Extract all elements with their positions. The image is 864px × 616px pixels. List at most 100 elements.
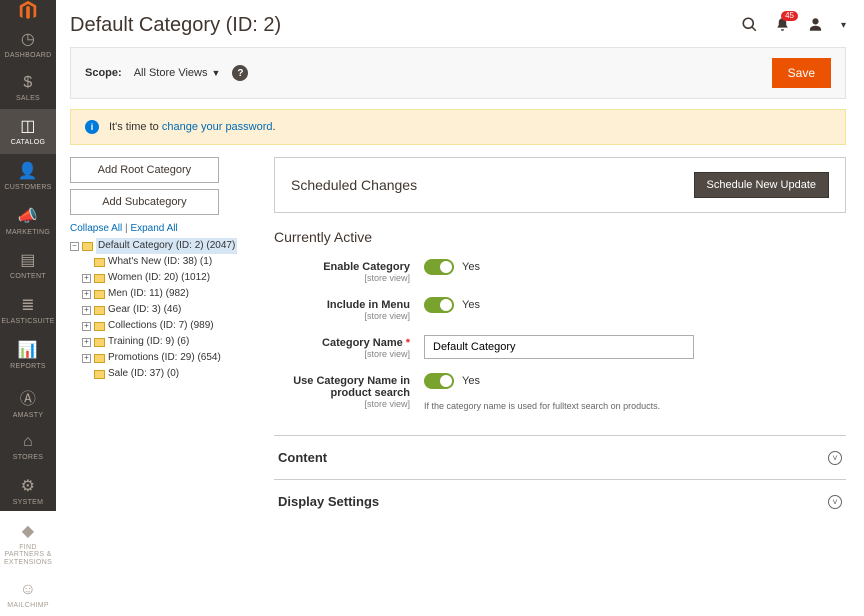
folder-icon [94,322,105,331]
enable-category-row: Enable Category [store view] Yes [274,259,846,283]
nav-dashboard[interactable]: ◷DASHBOARD [0,22,56,67]
category-form-column: Scheduled Changes Schedule New Update Cu… [274,157,846,511]
user-icon: 👤 [18,161,38,181]
scope-label: Scope: [85,67,122,79]
enable-category-label: Enable Category [274,261,410,273]
tree-node[interactable]: +Men (ID: 11) (982) [82,286,256,302]
tree-toggle-icon[interactable]: + [82,290,91,299]
page-header: Default Category (ID: 2) 45 ▾ [70,8,846,37]
nav-mailchimp[interactable]: ☺MAILCHIMP [0,574,56,616]
nav-reports[interactable]: 📊REPORTS [0,333,56,378]
nav-content[interactable]: ▤CONTENT [0,243,56,288]
scope-bar: Scope: All Store Views ▼ ? Save [70,47,846,99]
nav-marketing[interactable]: 📣MARKETING [0,199,56,244]
save-button[interactable]: Save [772,58,831,88]
use-name-in-search-toggle[interactable] [424,373,454,389]
dashboard-icon: ◷ [21,29,35,49]
mailchimp-icon: ☺ [20,581,37,599]
tree-node-root[interactable]: − Default Category (ID: 2) (2047) [70,238,256,254]
content-section[interactable]: Content ˅ [274,435,846,479]
main-content: Default Category (ID: 2) 45 ▾ Scope: All… [56,0,864,511]
change-password-link[interactable]: change your password [162,121,273,133]
scope-selector[interactable]: All Store Views ▼ [134,67,221,79]
content-icon: ▤ [20,250,35,270]
expand-all-link[interactable]: Expand All [130,223,177,234]
amasty-icon: Ⓐ [20,385,36,409]
tree-toggle-icon[interactable]: + [82,306,91,315]
nav-amasty[interactable]: ⒶAMASTY [0,378,56,427]
nav-system[interactable]: ⚙SYSTEM [0,469,56,514]
search-button[interactable] [742,17,757,35]
partners-icon: ◆ [22,521,35,541]
scheduled-changes-panel: Scheduled Changes Schedule New Update [274,157,846,213]
use-name-in-search-label: Use Category Name in product search [274,375,410,399]
use-name-in-search-row: Use Category Name in product search [sto… [274,373,846,411]
include-in-menu-toggle[interactable] [424,297,454,313]
admin-sidebar: ◷DASHBOARD $SALES ◫CATALOG 👤CUSTOMERS 📣M… [0,0,56,511]
tree-node[interactable]: What's New (ID: 38) (1) [82,254,256,270]
scheduled-changes-title: Scheduled Changes [291,177,417,193]
nav-customers[interactable]: 👤CUSTOMERS [0,154,56,199]
collapse-all-link[interactable]: Collapse All [70,223,122,234]
help-icon[interactable]: ? [232,65,248,81]
dollar-icon: $ [23,74,32,92]
enable-category-toggle[interactable] [424,259,454,275]
tree-toggle-icon[interactable]: + [82,338,91,347]
report-icon: 📊 [18,340,38,360]
category-tree-column: Add Root Category Add Subcategory Collap… [70,157,256,382]
folder-icon [94,306,105,315]
header-actions: 45 ▾ [742,17,846,35]
tree-node[interactable]: +Collections (ID: 7) (989) [82,318,256,334]
catalog-icon: ◫ [20,116,35,136]
page-title: Default Category (ID: 2) [70,14,281,37]
magento-icon [17,0,39,22]
notice-text: It's time to change your password. [109,121,276,133]
folder-icon [82,242,93,251]
tree-toggle-icon[interactable]: − [70,242,79,251]
notifications-button[interactable]: 45 [775,17,790,35]
tree-node[interactable]: +Women (ID: 20) (1012) [82,270,256,286]
nav-sales[interactable]: $SALES [0,67,56,110]
currently-active-title: Currently Active [274,229,846,245]
nav-stores[interactable]: ⌂STORES [0,426,56,469]
chevron-down-icon: ▼ [211,68,220,78]
category-name-row: Category Name* [store view] [274,335,846,359]
display-settings-section[interactable]: Display Settings ˅ [274,479,846,511]
add-subcategory-button[interactable]: Add Subcategory [70,189,219,215]
nav-catalog[interactable]: ◫CATALOG [0,109,56,154]
tree-node[interactable]: +Gear (ID: 3) (46) [82,302,256,318]
include-in-menu-label: Include in Menu [274,299,410,311]
tree-node[interactable]: +Promotions (ID: 29) (654) [82,350,256,366]
category-name-input[interactable] [424,335,694,359]
chevron-down-icon: ˅ [828,451,842,465]
search-icon [742,17,757,32]
folder-icon [94,258,105,267]
include-in-menu-row: Include in Menu [store view] Yes [274,297,846,321]
nav-elasticsuite[interactable]: ≣ELASTICSUITE [0,288,56,333]
nav-partners[interactable]: ◆FIND PARTNERS & EXTENSIONS [0,514,56,574]
account-icon [808,17,823,32]
notification-badge: 45 [781,11,798,21]
tree-node[interactable]: +Training (ID: 9) (6) [82,334,256,350]
folder-icon [94,370,105,379]
tree-toggle-icon[interactable]: + [82,274,91,283]
tree-controls: Collapse All | Expand All [70,223,256,234]
tree-toggle-icon[interactable]: + [82,322,91,331]
info-icon: i [85,120,99,134]
add-root-category-button[interactable]: Add Root Category [70,157,219,183]
megaphone-icon: 📣 [18,206,38,226]
account-button[interactable] [808,17,823,35]
chevron-down-icon: ˅ [828,495,842,509]
folder-icon [94,290,105,299]
magento-logo[interactable] [0,0,56,22]
category-tree: − Default Category (ID: 2) (2047) What's… [70,238,256,382]
gear-icon: ⚙ [21,476,36,496]
account-dropdown[interactable]: ▾ [841,20,846,31]
search-hint: If the category name is used for fulltex… [424,401,846,411]
tree-toggle-icon[interactable]: + [82,354,91,363]
folder-icon [94,274,105,283]
schedule-new-update-button[interactable]: Schedule New Update [694,172,829,198]
folder-icon [94,354,105,363]
tree-node[interactable]: Sale (ID: 37) (0) [82,366,256,382]
layers-icon: ≣ [21,295,35,315]
